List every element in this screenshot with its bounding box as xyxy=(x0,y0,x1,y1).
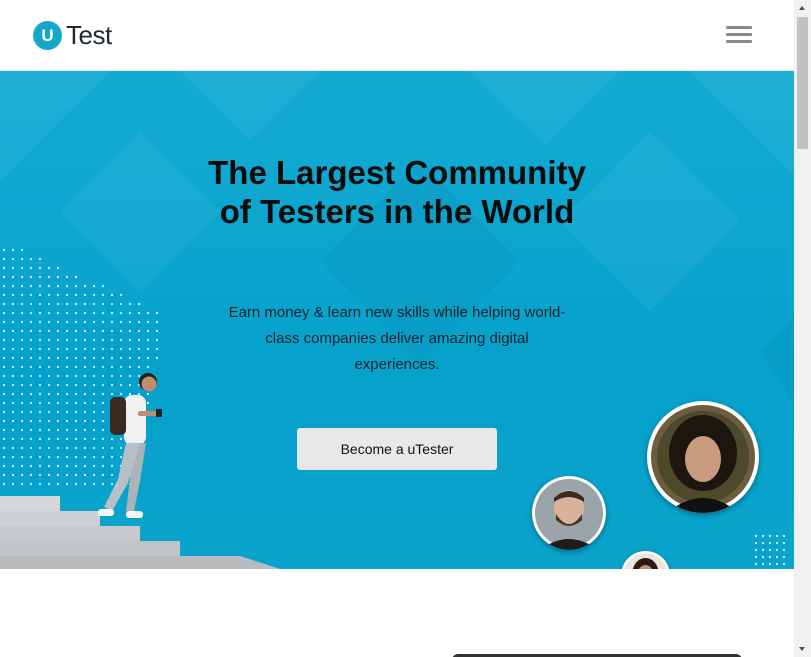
logo-text: Test xyxy=(66,20,112,50)
logo-badge: U xyxy=(33,21,62,50)
hero-subtitle: Earn money & learn new skills while help… xyxy=(228,304,566,373)
page: U Test The Largest Community of Testers … xyxy=(0,0,794,657)
scroll-up-arrow-icon[interactable] xyxy=(794,0,811,17)
scrollbar-thumb[interactable] xyxy=(797,17,808,149)
vertical-scrollbar[interactable] xyxy=(794,0,811,657)
site-header: U Test xyxy=(0,0,794,71)
hamburger-menu-icon[interactable] xyxy=(726,26,752,46)
become-utester-button[interactable]: Become a uTester xyxy=(297,428,497,470)
avatar-woman-curly-hair xyxy=(647,401,759,513)
scroll-down-arrow-icon[interactable] xyxy=(794,640,811,657)
utest-logo[interactable]: U Test xyxy=(33,20,112,51)
avatar-man-beard xyxy=(532,476,606,550)
hero-title: The Largest Community of Testers in the … xyxy=(208,154,586,230)
hero-section: The Largest Community of Testers in the … xyxy=(0,71,794,569)
